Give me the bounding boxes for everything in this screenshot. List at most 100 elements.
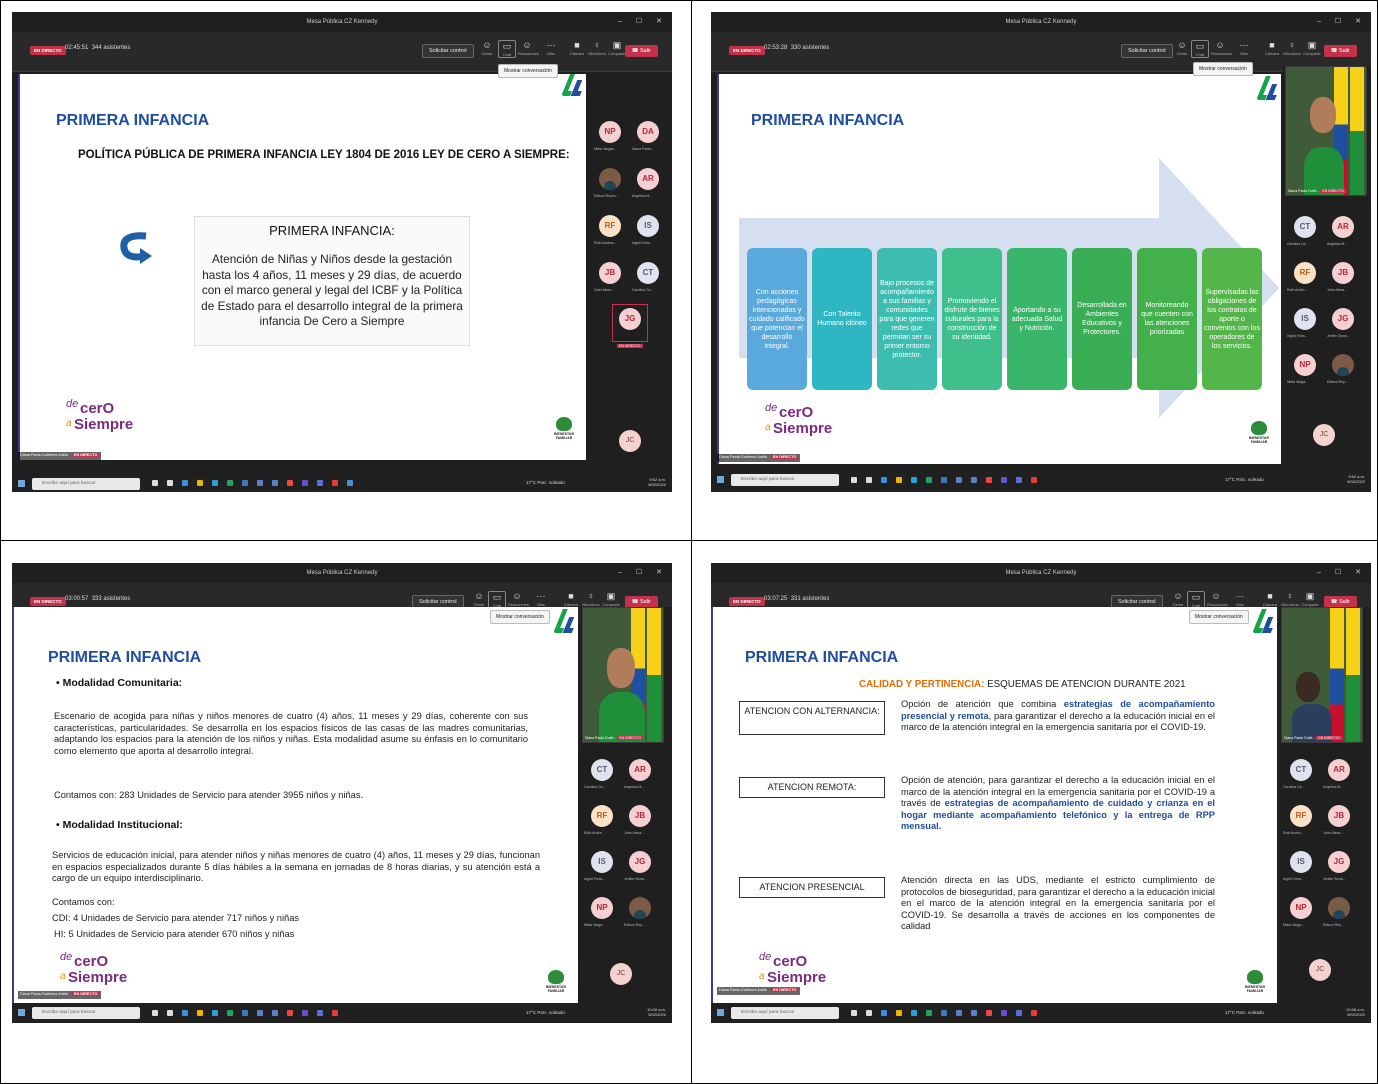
participant-avatar[interactable]: NP bbox=[1294, 354, 1316, 376]
reactions-button[interactable]: ☺ Reacciones bbox=[518, 40, 539, 56]
participant-avatar[interactable]: NP bbox=[591, 897, 613, 919]
participant-avatar[interactable]: JG bbox=[1332, 308, 1354, 330]
people-button[interactable]: ☺ Gente bbox=[1169, 591, 1187, 607]
taskbar-search[interactable]: Escribe aquí para buscar bbox=[731, 1007, 839, 1019]
my-avatar[interactable]: JC bbox=[1313, 424, 1335, 446]
participant-avatar[interactable]: JB bbox=[1328, 805, 1350, 827]
participant-avatar[interactable]: JB bbox=[629, 805, 651, 827]
participant-avatar[interactable]: RF bbox=[1294, 262, 1316, 284]
share-button[interactable]: ▣ Compartir bbox=[1301, 591, 1319, 607]
camera-button[interactable]: ■ Cámara bbox=[562, 591, 580, 607]
participant-avatar[interactable]: AR bbox=[1328, 759, 1350, 781]
participant-photo[interactable] bbox=[1328, 897, 1350, 919]
mic-button[interactable]: ♀ Micrófono bbox=[582, 591, 600, 607]
windows-start-icon[interactable] bbox=[717, 1009, 724, 1016]
more-button[interactable]: ⋯ Más bbox=[542, 40, 560, 56]
participant-avatar[interactable]: RF bbox=[1290, 805, 1312, 827]
more-button[interactable]: ⋯ Más bbox=[1231, 591, 1249, 607]
shared-slide: PRIMERA INFANCIA POLÍTICA PÚBLICA DE PRI… bbox=[18, 74, 586, 460]
people-button[interactable]: ☺ Gente bbox=[478, 40, 496, 56]
participant-avatar[interactable]: IS bbox=[1294, 308, 1316, 330]
camera-button[interactable]: ■ Cámara bbox=[1261, 591, 1279, 607]
leave-button[interactable]: ☎ Salir bbox=[624, 45, 658, 57]
taskbar-search[interactable]: Escribe aquí para buscar bbox=[32, 478, 140, 490]
weather-widget[interactable]: 17°C Parc. soleado bbox=[1225, 1010, 1264, 1015]
window-controls[interactable]: – ☐ ✕ bbox=[618, 563, 668, 583]
participant-avatar[interactable]: AR bbox=[629, 759, 651, 781]
people-button[interactable]: ☺ Gente bbox=[470, 591, 488, 607]
slide-accent-bar bbox=[711, 607, 713, 1003]
window-controls[interactable]: – ☐ ✕ bbox=[1317, 563, 1367, 583]
participant-avatar[interactable]: CT bbox=[1290, 759, 1312, 781]
window-controls[interactable]: – ☐ ✕ bbox=[618, 12, 668, 32]
presenter-video[interactable]: Diana Paola Gutié... EN DIRECTO bbox=[1285, 66, 1367, 196]
flow-step: Aportando a su adecuada Salud y Nutrició… bbox=[1007, 248, 1067, 390]
window-controls[interactable]: – ☐ ✕ bbox=[1317, 12, 1367, 32]
mic-button[interactable]: ♀ Micrófono bbox=[1281, 591, 1299, 607]
reactions-button[interactable]: ☺ Reacciones bbox=[1207, 591, 1228, 607]
participant-avatar[interactable]: AR bbox=[637, 168, 659, 190]
participant-avatar[interactable]: CT bbox=[1294, 216, 1316, 238]
mic-off-icon: ♀ bbox=[587, 591, 595, 601]
participant-avatar[interactable]: CT bbox=[591, 759, 613, 781]
participant-avatar[interactable]: DA bbox=[637, 121, 659, 143]
participant-photo[interactable] bbox=[1332, 354, 1354, 376]
participant-avatar[interactable]: IS bbox=[591, 851, 613, 873]
my-avatar[interactable]: JC bbox=[619, 430, 641, 452]
participant-photo[interactable] bbox=[599, 168, 621, 190]
de-cero-a-siempre-logo: de cerO a Siempre bbox=[759, 951, 827, 986]
participant-avatar[interactable]: IS bbox=[1290, 851, 1312, 873]
reactions-button[interactable]: ☺ Reacciones bbox=[1211, 40, 1232, 56]
system-clock[interactable]: 10:00 a.m. 5/02/2022 bbox=[647, 1007, 666, 1017]
participant-avatar[interactable]: CT bbox=[637, 262, 659, 284]
system-clock[interactable]: 9:52 a.m. 5/02/2022 bbox=[648, 477, 666, 487]
share-icon: ▣ bbox=[1305, 591, 1315, 601]
camera-off-icon: ■ bbox=[1267, 591, 1273, 601]
weather-widget[interactable]: 17°C Parc. soleado bbox=[526, 480, 565, 485]
camera-button[interactable]: ■ Cámara bbox=[1263, 40, 1281, 56]
active-speaker-tile[interactable]: JG bbox=[612, 304, 648, 342]
weather-widget[interactable]: 17°C Parc. soleado bbox=[1225, 477, 1264, 482]
reactions-button[interactable]: ☺ Reacciones bbox=[508, 591, 529, 607]
participant-avatar[interactable]: JB bbox=[599, 262, 621, 284]
chat-button[interactable]: ▭ Chat bbox=[1191, 40, 1209, 58]
participant-avatar[interactable]: JB bbox=[1332, 262, 1354, 284]
my-avatar[interactable]: JC bbox=[1309, 959, 1331, 981]
participant-avatar[interactable]: RF bbox=[591, 805, 613, 827]
my-avatar[interactable]: JC bbox=[610, 963, 632, 985]
participant-avatar[interactable]: AR bbox=[1332, 216, 1354, 238]
leave-button[interactable]: ☎ Salir bbox=[1323, 45, 1357, 57]
system-clock[interactable]: 9:52 a.m. 5/02/2022 bbox=[1347, 474, 1365, 484]
participant-avatar[interactable]: RF bbox=[599, 215, 621, 237]
presenter-video[interactable]: Diana Paola Gutié... EN DIRECTO bbox=[1281, 607, 1363, 743]
screenshot-panel-1: Mesa Pública CZ Kennedy – ☐ ✕ EN DIRECTO… bbox=[12, 12, 672, 492]
share-button[interactable]: ▣ Compartir bbox=[602, 591, 620, 607]
chat-button[interactable]: ▭ Chat bbox=[498, 40, 516, 58]
modalidad-institucional-text: Servicios de educación inicial, para ate… bbox=[52, 850, 540, 884]
windows-start-icon[interactable] bbox=[18, 1009, 25, 1016]
participant-avatar[interactable]: JG bbox=[1328, 851, 1350, 873]
taskbar-search[interactable]: Escribe aquí para buscar bbox=[32, 1007, 140, 1019]
share-button[interactable]: ▣ Compartir bbox=[608, 40, 626, 56]
participant-avatar[interactable]: JG bbox=[629, 851, 651, 873]
presenter-video[interactable]: Diana Paola Gutié... EN DIRECTO bbox=[582, 607, 664, 743]
mic-button[interactable]: ♀ Micrófono bbox=[1283, 40, 1301, 56]
weather-widget[interactable]: 17°C Parc. soleado bbox=[526, 1010, 565, 1015]
more-button[interactable]: ⋯ Más bbox=[1235, 40, 1253, 56]
people-button[interactable]: ☺ Gente bbox=[1173, 40, 1191, 56]
camera-button[interactable]: ■ Cámara bbox=[568, 40, 586, 56]
participant-avatar[interactable]: NP bbox=[1290, 897, 1312, 919]
participant-avatar[interactable]: IS bbox=[637, 215, 659, 237]
mic-button[interactable]: ♀ Micrófono bbox=[588, 40, 606, 56]
share-button[interactable]: ▣ Compartir bbox=[1303, 40, 1321, 56]
request-control-button[interactable]: Solicitar control bbox=[1121, 44, 1173, 58]
windows-start-icon[interactable] bbox=[717, 476, 724, 483]
windows-start-icon[interactable] bbox=[18, 480, 25, 487]
taskbar-search[interactable]: Escribe aquí para buscar bbox=[731, 474, 839, 486]
system-clock[interactable]: 10:08 a.m. 5/02/2022 bbox=[1346, 1007, 1365, 1017]
definition-title: PRIMERA INFANCIA: bbox=[269, 223, 395, 238]
more-button[interactable]: ⋯ Más bbox=[532, 591, 550, 607]
participant-avatar[interactable]: NP bbox=[599, 121, 621, 143]
participant-photo[interactable] bbox=[629, 897, 651, 919]
request-control-button[interactable]: Solicitar control bbox=[422, 44, 474, 58]
